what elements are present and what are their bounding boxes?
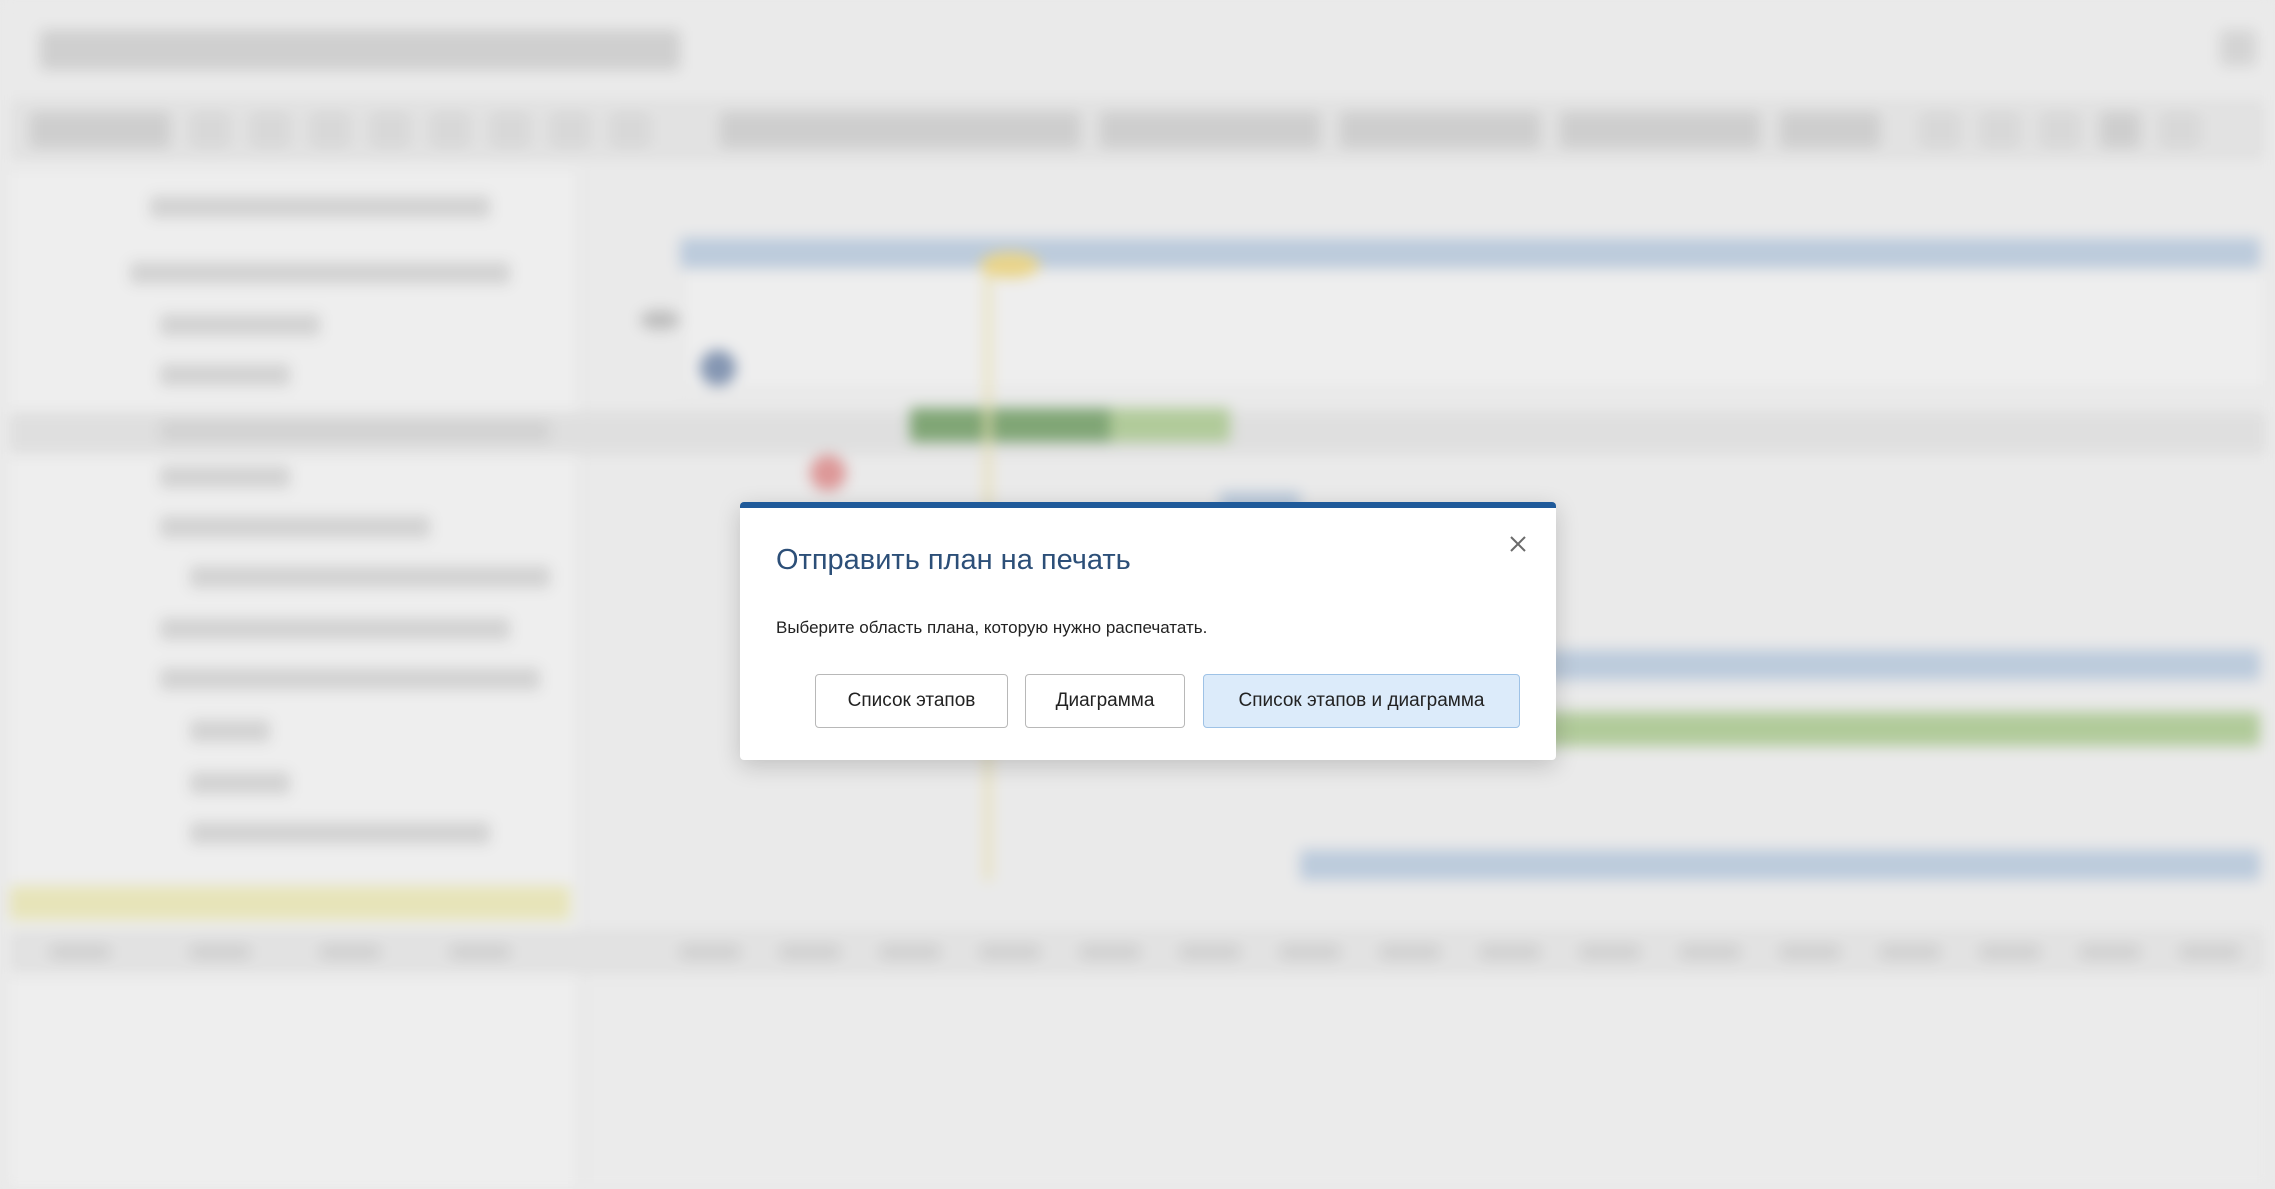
stage-list-button[interactable]: Список этапов: [815, 674, 1008, 728]
close-icon: [1510, 536, 1526, 552]
dialog-title: Отправить план на печать: [776, 544, 1131, 576]
stage-list-and-chart-button[interactable]: Список этапов и диаграмма: [1203, 674, 1520, 728]
close-button[interactable]: [1502, 528, 1534, 560]
print-plan-dialog: Отправить план на печать Выберите област…: [740, 502, 1556, 760]
dialog-message: Выберите область плана, которую нужно ра…: [776, 618, 1208, 637]
chart-button[interactable]: Диаграмма: [1025, 674, 1185, 728]
app-window: Отправить план на печать Выберите област…: [0, 0, 2275, 1189]
